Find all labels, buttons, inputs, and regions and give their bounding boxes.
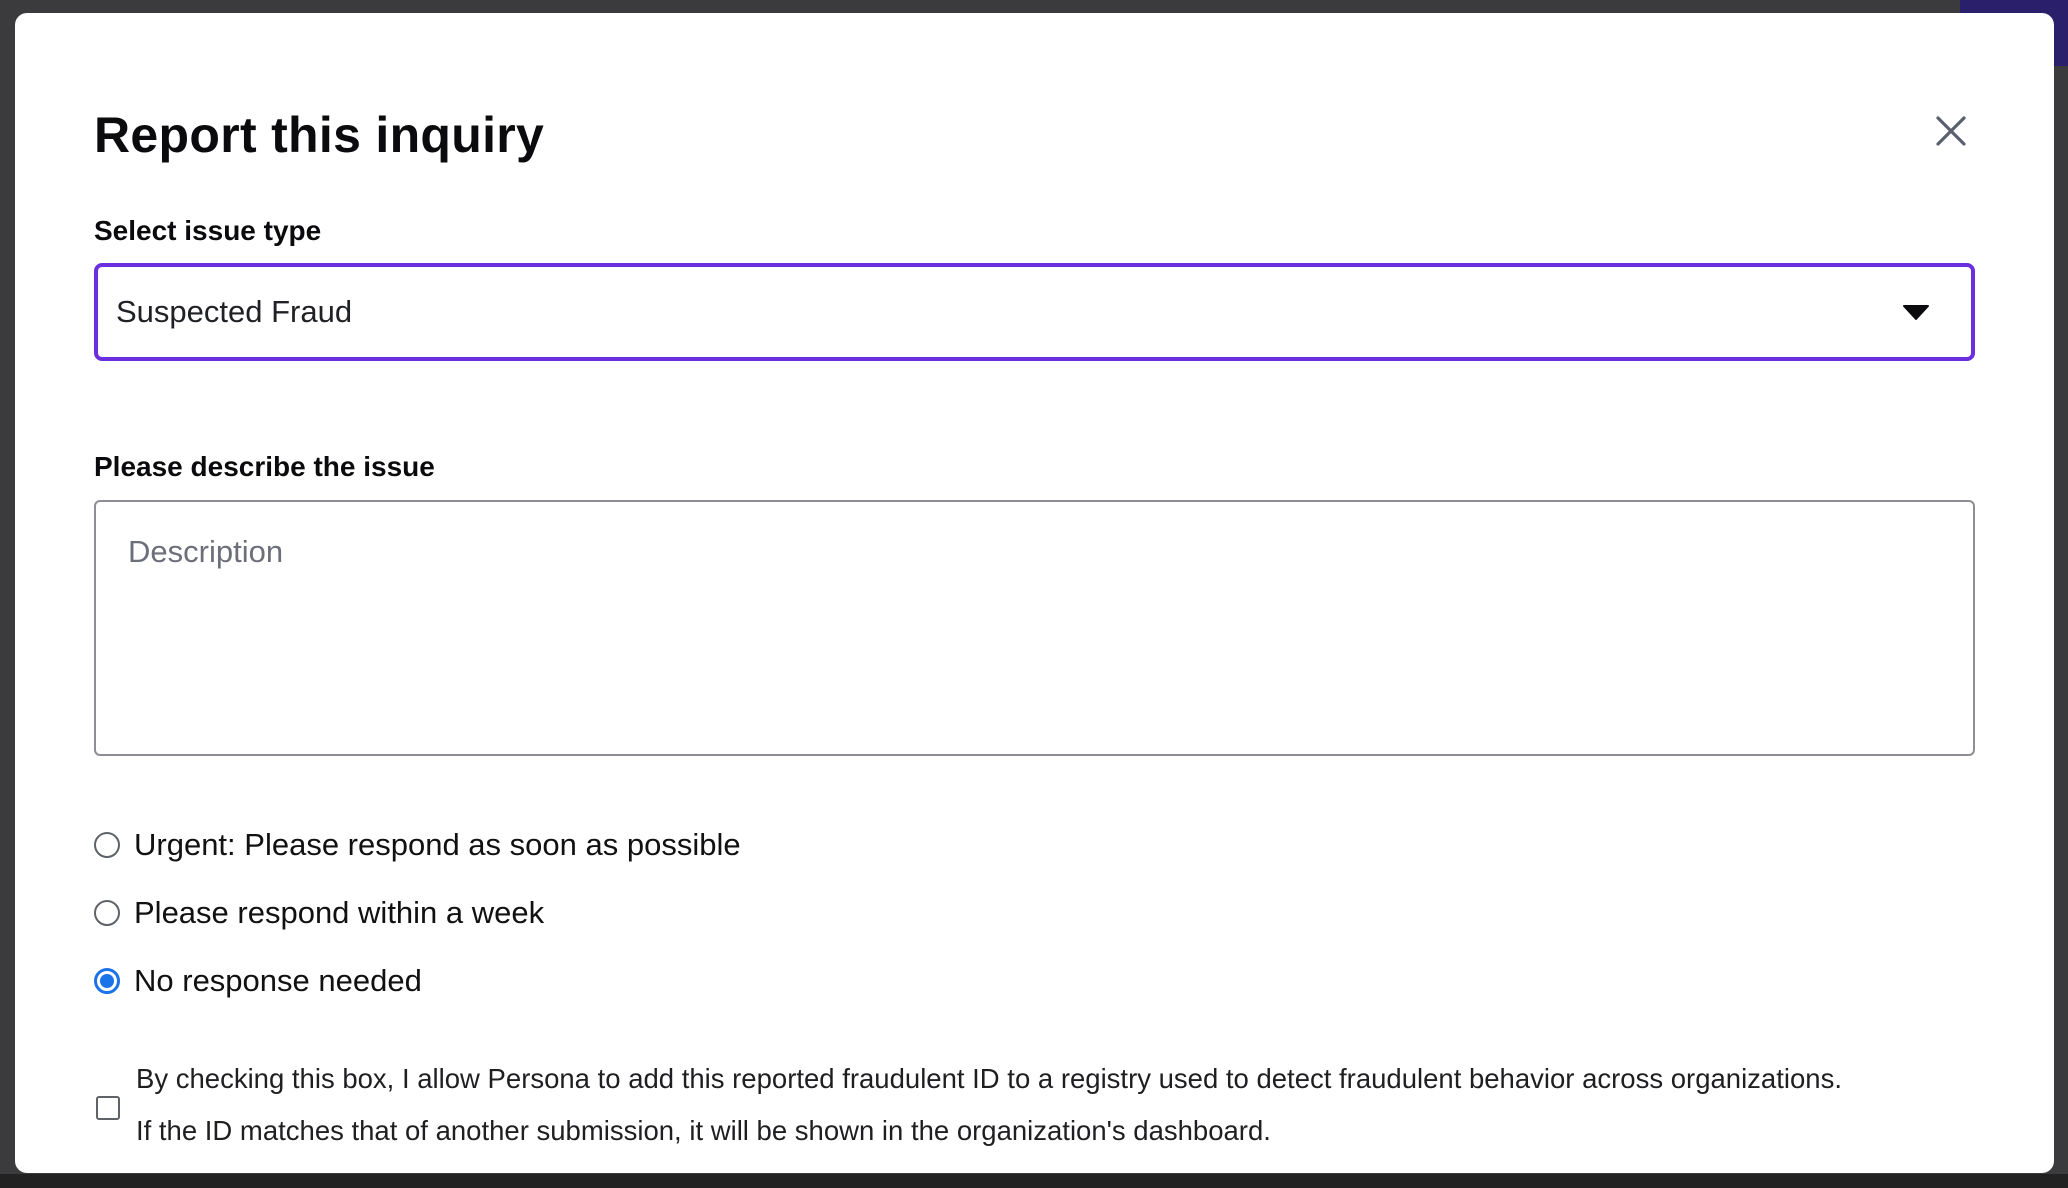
description-label: Please describe the issue [94, 451, 435, 482]
radio-option-no-response[interactable]: No response needed [94, 957, 422, 1005]
close-icon [1936, 116, 1966, 146]
radio-no-response-label: No response needed [134, 963, 422, 998]
radio-week-circle[interactable] [94, 900, 120, 926]
radio-option-week[interactable]: Please respond within a week [94, 889, 544, 937]
registry-consent-text: By checking this box, I allow Persona to… [136, 1053, 1996, 1157]
radio-urgent-circle[interactable] [94, 832, 120, 858]
registry-consent-checkbox[interactable] [96, 1096, 120, 1120]
consent-text-line-1: By checking this box, I allow Persona to… [136, 1063, 1842, 1094]
radio-no-response-circle[interactable] [94, 968, 120, 994]
radio-option-urgent[interactable]: Urgent: Please respond as soon as possib… [94, 821, 741, 869]
backdrop-bottom-strip [0, 1174, 2068, 1188]
issue-type-selected-value: Suspected Fraud [116, 294, 353, 329]
consent-text-line-2: If the ID matches that of another submis… [136, 1115, 1271, 1146]
close-button[interactable] [1923, 103, 1979, 159]
issue-type-select[interactable]: Suspected Fraud [94, 263, 1975, 361]
report-inquiry-modal: Report this inquiry Select issue type Su… [15, 13, 2054, 1173]
radio-week-label: Please respond within a week [134, 895, 545, 930]
description-input[interactable] [94, 500, 1975, 756]
radio-urgent-label: Urgent: Please respond as soon as possib… [134, 827, 741, 862]
issue-type-label: Select issue type [94, 215, 322, 246]
chevron-down-icon [1901, 302, 1931, 322]
modal-title: Report this inquiry [94, 107, 545, 163]
